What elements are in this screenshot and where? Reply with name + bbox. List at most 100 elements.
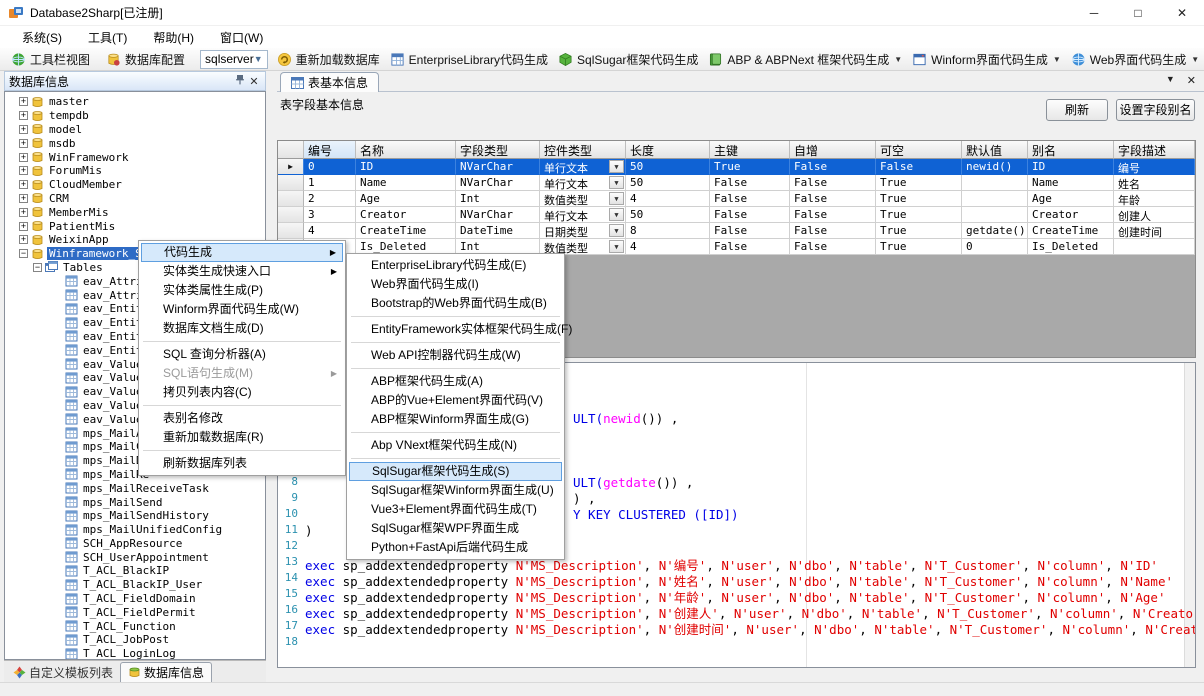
grid-cell[interactable]: 3: [304, 207, 356, 223]
context-menu-item[interactable]: SQL 查询分析器(A): [141, 345, 343, 364]
grid-cell[interactable]: CreateTime: [356, 223, 456, 239]
tree-node-database[interactable]: +master: [5, 95, 265, 109]
grid-column-header[interactable]: 自增: [790, 141, 876, 159]
editor-line[interactable]: 15exec sp_addextendedproperty N'MS_Descr…: [278, 587, 1195, 603]
grid-row-selector[interactable]: ▶: [278, 159, 304, 175]
grid-cell[interactable]: 单行文本▼: [540, 159, 626, 175]
tree-node-table[interactable]: T_ACL_Function: [5, 619, 265, 633]
expand-icon[interactable]: +: [19, 153, 28, 162]
context-menu-item[interactable]: 代码生成▶: [141, 243, 343, 262]
submenu-item[interactable]: SqlSugar框架WPF界面生成: [349, 519, 562, 538]
close-button[interactable]: ✕: [1160, 0, 1204, 26]
grid-cell[interactable]: True: [876, 191, 962, 207]
expand-icon[interactable]: +: [19, 194, 28, 203]
expand-icon[interactable]: +: [19, 139, 28, 148]
grid-cell[interactable]: 50: [626, 175, 710, 191]
tree-node-table[interactable]: T_ACL_BlackIP_User: [5, 578, 265, 592]
grid-column-header[interactable]: 编号: [304, 141, 356, 159]
document-close-icon[interactable]: ✕: [1187, 74, 1196, 87]
grid-cell[interactable]: [1114, 239, 1195, 255]
tree-node-table[interactable]: mps_MailSend: [5, 495, 265, 509]
tree-node-database[interactable]: +PatientMis: [5, 219, 265, 233]
grid-cell[interactable]: 50: [626, 207, 710, 223]
grid-cell[interactable]: 创建时间: [1114, 223, 1195, 239]
grid-cell[interactable]: 单行文本▼: [540, 207, 626, 223]
expand-icon[interactable]: +: [19, 235, 28, 244]
chevron-down-icon[interactable]: ▼: [894, 55, 902, 64]
grid-cell[interactable]: 0: [962, 239, 1028, 255]
editor-line[interactable]: 18: [278, 635, 1195, 651]
grid-cell[interactable]: Creator: [1028, 207, 1114, 223]
tab-list-dropdown-icon[interactable]: ▼: [1166, 74, 1175, 87]
toolbar-sqlsugar-button[interactable]: SqlSugar框架代码生成: [553, 49, 703, 70]
grid-cell[interactable]: getdate(): [962, 223, 1028, 239]
pin-icon[interactable]: [233, 74, 247, 88]
grid-cell[interactable]: Age: [356, 191, 456, 207]
context-menu-item[interactable]: 数据库文档生成(D): [141, 319, 343, 338]
grid-cell[interactable]: 年龄: [1114, 191, 1195, 207]
tree-node-database[interactable]: +model: [5, 123, 265, 137]
grid-cell[interactable]: newid(): [962, 159, 1028, 175]
tree-node-table[interactable]: mps_MailUnifiedConfig: [5, 523, 265, 537]
toolbar-view-button[interactable]: 工具栏视图: [6, 49, 95, 70]
tree-node-table[interactable]: T_ACL_LoginLog: [5, 647, 265, 660]
context-menu-item[interactable]: 实体类属性生成(P): [141, 281, 343, 300]
grid-cell[interactable]: 1: [304, 175, 356, 191]
grid-cell[interactable]: NVarChar: [456, 159, 540, 175]
grid-cell[interactable]: 0: [304, 159, 356, 175]
tree-node-table[interactable]: T_ACL_FieldDomain: [5, 592, 265, 606]
grid-column-header[interactable]: 别名: [1028, 141, 1114, 159]
grid-cell[interactable]: False: [790, 191, 876, 207]
grid-cell[interactable]: False: [710, 191, 790, 207]
control-type-dropdown-icon[interactable]: ▼: [609, 224, 624, 237]
grid-cell[interactable]: False: [710, 223, 790, 239]
context-menu-item[interactable]: 刷新数据库列表: [141, 454, 343, 473]
tree-node-database[interactable]: +ForumMis: [5, 164, 265, 178]
submenu-item[interactable]: ABP的Vue+Element界面代码(V): [349, 391, 562, 410]
context-menu-item[interactable]: Winform界面代码生成(W): [141, 300, 343, 319]
grid-cell[interactable]: ID: [1028, 159, 1114, 175]
grid-cell[interactable]: NVarChar: [456, 175, 540, 191]
grid-cell[interactable]: 50: [626, 159, 710, 175]
grid-column-header[interactable]: 长度: [626, 141, 710, 159]
menubar-item[interactable]: 系统(S): [10, 26, 74, 49]
grid-cell[interactable]: False: [790, 159, 876, 175]
context-menu-item[interactable]: 实体类生成快速入口▶: [141, 262, 343, 281]
grid-column-header[interactable]: 可空: [876, 141, 962, 159]
chevron-down-icon[interactable]: ▼: [1191, 55, 1199, 64]
maximize-button[interactable]: □: [1116, 0, 1160, 26]
grid-cell[interactable]: DateTime: [456, 223, 540, 239]
grid-row-selector[interactable]: [278, 207, 304, 223]
tree-node-database[interactable]: +CRM: [5, 192, 265, 206]
chevron-down-icon[interactable]: ▼: [1053, 55, 1061, 64]
grid-cell[interactable]: Is_Deleted: [1028, 239, 1114, 255]
menubar-item[interactable]: 工具(T): [76, 26, 139, 49]
grid-row-selector[interactable]: [278, 175, 304, 191]
control-type-dropdown-icon[interactable]: ▼: [609, 160, 624, 173]
expand-icon[interactable]: +: [19, 111, 28, 120]
tree-node-table[interactable]: T_ACL_JobPost: [5, 633, 265, 647]
set-field-alias-button[interactable]: 设置字段别名: [1116, 99, 1195, 121]
grid-row[interactable]: 4CreateTimeDateTime日期类型▼8FalseFalseTrueg…: [278, 223, 1195, 239]
dock-close-icon[interactable]: ✕: [247, 75, 261, 88]
grid-cell[interactable]: 创建人: [1114, 207, 1195, 223]
grid-cell[interactable]: False: [790, 207, 876, 223]
tree-node-database[interactable]: +WinFramework: [5, 150, 265, 164]
submenu-item[interactable]: ABP框架Winform界面生成(G): [349, 410, 562, 429]
grid-cell[interactable]: True: [876, 207, 962, 223]
grid-cell[interactable]: False: [876, 159, 962, 175]
grid-cell[interactable]: Creator: [356, 207, 456, 223]
submenu-item[interactable]: EntityFramework实体框架代码生成(F): [349, 320, 562, 339]
submenu-item[interactable]: Web API控制器代码生成(W): [349, 346, 562, 365]
editor-line[interactable]: 16exec sp_addextendedproperty N'MS_Descr…: [278, 603, 1195, 619]
grid-cell[interactable]: True: [876, 239, 962, 255]
grid-cell[interactable]: False: [790, 239, 876, 255]
context-menu-item[interactable]: 拷贝列表内容(C): [141, 383, 343, 402]
toolbar-abp-button[interactable]: ABP & ABPNext 框架代码生成 ▼: [703, 49, 907, 70]
expand-icon[interactable]: +: [19, 125, 28, 134]
dock-tab-database-info[interactable]: 数据库信息: [120, 662, 212, 682]
grid-cell[interactable]: CreateTime: [1028, 223, 1114, 239]
grid-cell[interactable]: False: [710, 207, 790, 223]
grid-cell[interactable]: 数值类型▼: [540, 191, 626, 207]
tree-node-table[interactable]: SCH_AppResource: [5, 537, 265, 551]
